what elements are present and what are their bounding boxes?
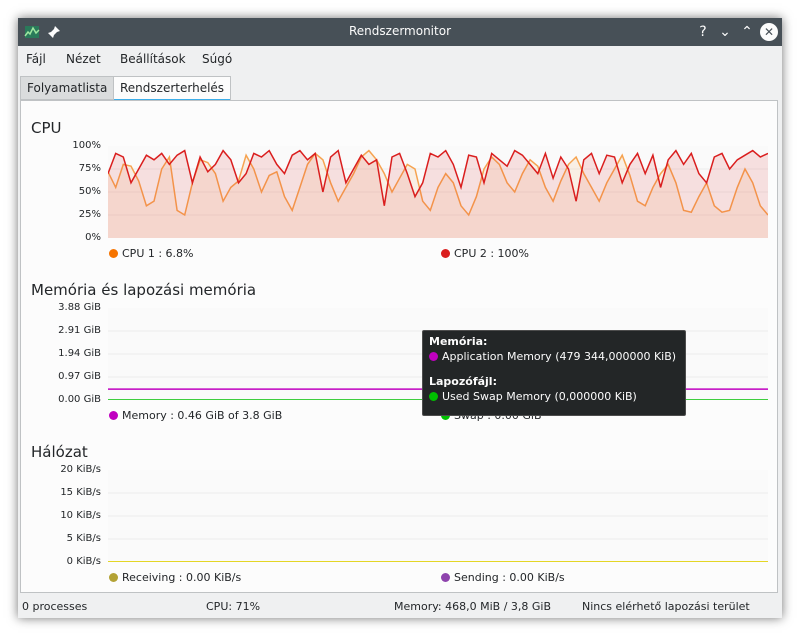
network-plot	[108, 470, 768, 562]
network-section-title: Hálózat	[31, 443, 88, 461]
receiving-legend-label: Receiving : 0.00 KiB/s	[122, 571, 242, 584]
memory-tick-label: 3.88 GiB	[58, 302, 101, 313]
memory-tooltip: Memória: Application Memory (479 344,000…	[422, 330, 686, 416]
network-tick-label: 15 KiB/s	[60, 487, 101, 498]
network-tick-label: 10 KiB/s	[60, 510, 101, 521]
help-button[interactable]: ?	[694, 23, 712, 41]
cpu1-legend-dot	[109, 249, 118, 258]
cpu2-legend-label: CPU 2 : 100%	[454, 247, 530, 260]
cpu-legend-1: CPU 1 : 6.8%	[109, 247, 194, 260]
window-title: Rendszermonitor	[348, 24, 451, 38]
tooltip-swap-heading: Lapozófájl:	[429, 375, 497, 388]
status-memory: Memory: 468,0 MiB / 3,8 GiB	[394, 600, 552, 613]
tooltip-swap-row: Used Swap Memory (0,000000 KiB)	[429, 390, 679, 403]
tooltip-memory-value: Application Memory (479 344,000000 KiB)	[442, 350, 677, 363]
cpu-section-title: CPU	[31, 119, 62, 137]
close-button[interactable]: ✕	[760, 23, 778, 41]
cpu-tick-label: 75%	[78, 163, 101, 174]
tab-system-load[interactable]: Rendszerterhelés	[113, 76, 232, 101]
cpu-tick-label: 100%	[72, 140, 101, 151]
maximize-button[interactable]: ⌃	[738, 23, 756, 41]
system-monitor-window: Rendszermonitor ? ⌄ ⌃ ✕ Fájl Nézet Beáll…	[18, 18, 782, 618]
menu-help[interactable]: Súgó	[202, 52, 232, 66]
cpu-plot	[108, 146, 768, 238]
cpu-tick-label: 50%	[78, 186, 101, 197]
title-bar[interactable]: Rendszermonitor ? ⌄ ⌃ ✕	[18, 18, 782, 46]
memory-legend-label: Memory : 0.46 GiB of 3.8 GiB	[122, 409, 283, 422]
tooltip-memory-row: Application Memory (479 344,000000 KiB)	[429, 350, 679, 363]
memory-tick-label: 2.91 GiB	[58, 325, 101, 336]
status-cpu: CPU: 71%	[206, 600, 261, 613]
memory-legend-1: Memory : 0.46 GiB of 3.8 GiB	[109, 409, 282, 422]
receiving-legend-dot	[109, 573, 118, 582]
menu-file[interactable]: Fájl	[26, 52, 46, 66]
status-swap: Nincs elérhető lapozási terület	[582, 600, 750, 613]
memory-tick-label: 0.97 GiB	[58, 371, 101, 382]
status-processes: 0 processes	[22, 600, 88, 613]
cpu-legend-2: CPU 2 : 100%	[441, 247, 529, 260]
memory-section-title: Memória és lapozási memória	[31, 281, 257, 299]
network-tick-label: 0 KiB/s	[66, 556, 101, 567]
cpu-tick-label: 25%	[78, 209, 101, 220]
memory-tick-label: 1.94 GiB	[58, 348, 101, 359]
cpu1-legend-label: CPU 1 : 6.8%	[122, 247, 194, 260]
menu-settings[interactable]: Beállítások	[120, 52, 186, 66]
menu-bar: Fájl Nézet Beállítások Súgó	[18, 46, 782, 72]
tooltip-memory-dot	[429, 352, 438, 361]
memory-tick-label: 0.00 GiB	[58, 394, 101, 405]
network-tick-label: 20 KiB/s	[60, 464, 101, 475]
menu-view[interactable]: Nézet	[66, 52, 101, 66]
tooltip-swap-value: Used Swap Memory (0,000000 KiB)	[442, 390, 637, 403]
tooltip-memory-heading: Memória:	[429, 335, 488, 348]
tooltip-swap-dot	[429, 392, 438, 401]
network-legend-1: Receiving : 0.00 KiB/s	[109, 571, 241, 584]
memory-legend-dot	[109, 411, 118, 420]
tab-process-list[interactable]: Folyamatlista	[20, 76, 115, 100]
network-legend-2: Sending : 0.00 KiB/s	[441, 571, 565, 584]
network-tick-label: 5 KiB/s	[66, 533, 101, 544]
sending-legend-dot	[441, 573, 450, 582]
tab-bar: Folyamatlista Rendszerterhelés	[18, 76, 782, 101]
sending-legend-label: Sending : 0.00 KiB/s	[454, 571, 565, 584]
status-bar: 0 processes CPU: 71% Memory: 468,0 MiB /…	[18, 596, 782, 618]
cpu2-legend-dot	[441, 249, 450, 258]
cpu-tick-label: 0%	[85, 232, 101, 243]
minimize-button[interactable]: ⌄	[716, 23, 734, 41]
